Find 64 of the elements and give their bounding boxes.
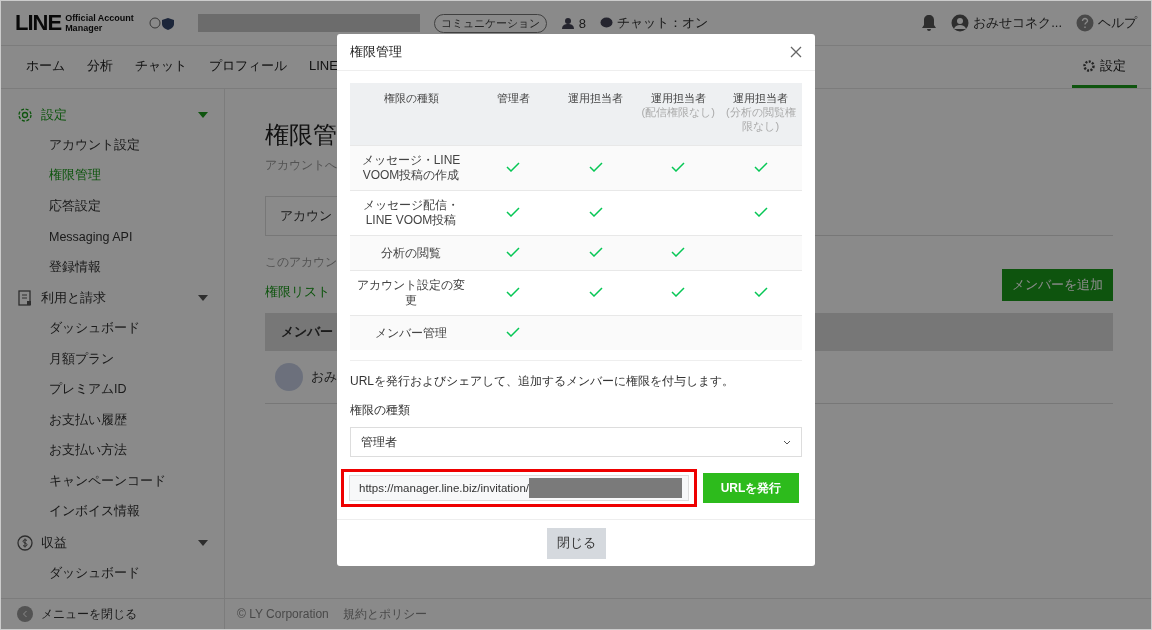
chat-bubble-icon — [600, 17, 614, 29]
copyright-text: © LY Corporation — [237, 607, 329, 621]
sidebar-section[interactable]: 収益 — [1, 527, 224, 558]
sidebar-section[interactable]: 設定 — [1, 99, 224, 130]
nav-tab[interactable]: チャット — [124, 46, 198, 88]
instruction-text: URLを発行およびシェアして、追加するメンバーに権限を付与します。 — [350, 360, 802, 390]
url-field[interactable]: https://manager.line.biz/invitation/ — [349, 475, 689, 501]
sidebar-section[interactable]: 利用と請求 — [1, 282, 224, 314]
page-title: 権限管 — [265, 120, 337, 150]
permission-list-link[interactable]: 権限リスト — [265, 283, 337, 301]
nav-tab[interactable]: ホーム — [15, 46, 76, 88]
sidebar-item[interactable]: お支払い方法 — [1, 435, 224, 466]
chevron-down-icon — [783, 439, 791, 445]
close-icon[interactable] — [790, 46, 802, 58]
permission-name: メッセージ配信・LINE VOOM投稿 — [350, 190, 472, 236]
sidebar-item[interactable]: Messaging API — [1, 221, 224, 252]
nav-tab[interactable]: 分析 — [76, 46, 124, 88]
user-icon — [951, 14, 970, 32]
permission-name: アカウント設定の変更 — [350, 270, 472, 316]
help-icon — [1076, 14, 1094, 32]
sidebar-item[interactable]: ダッシュボード — [1, 558, 224, 589]
sidebar-item[interactable]: 登録情報 — [1, 252, 224, 283]
caret-icon — [198, 295, 208, 301]
column-header: 運用担当者 (分析の閲覧権限なし) — [719, 83, 802, 146]
settings-tab[interactable]: 設定 — [1072, 46, 1137, 88]
member-name: おみ — [311, 368, 337, 386]
dialog-title: 権限管理 — [350, 43, 402, 61]
permission-name: メッセージ・LINE VOOM投稿の作成 — [350, 145, 472, 191]
close-menu-button[interactable]: メニューを閉じる — [1, 598, 224, 629]
sidebar-item[interactable]: プレミアムID — [1, 374, 224, 405]
sidebar-item[interactable]: 応答設定 — [1, 191, 224, 222]
policy-link[interactable]: 規約とポリシー — [342, 605, 427, 623]
close-button[interactable]: 閉じる — [546, 527, 606, 559]
sidebar-item[interactable]: ダッシュボード — [1, 313, 224, 344]
people-icon — [560, 17, 575, 29]
dollar-icon — [17, 534, 33, 551]
sidebar-item[interactable]: インボイス情報 — [1, 496, 224, 527]
chevron-left-icon — [17, 606, 33, 622]
sidebar-item[interactable]: アカウント設定 — [1, 130, 224, 161]
permission-name: メンバー管理 — [350, 315, 472, 350]
permission-name: 分析の閲覧 — [350, 235, 472, 271]
chat-status: チャット：オン — [600, 14, 709, 32]
gear-icon — [1083, 59, 1095, 72]
gear-icon — [17, 106, 33, 123]
add-member-button[interactable]: メンバーを追加 — [1002, 269, 1113, 301]
account-menu[interactable]: おみせコネク... — [951, 14, 1062, 32]
sidebar-item[interactable]: キャンペーンコード — [1, 466, 224, 497]
column-header: 権限の種類 — [350, 83, 472, 146]
sidebar-item[interactable]: 権限管理 — [1, 160, 224, 191]
friend-count: 8 — [560, 15, 587, 31]
bell-icon[interactable] — [921, 14, 938, 32]
document-icon — [17, 290, 33, 306]
column-header: 運用担当者 — [554, 83, 637, 146]
sidebar-item[interactable]: 月額プラン — [1, 344, 224, 375]
column-header: 運用担当者 (配信権限なし) — [637, 83, 720, 146]
sidebar-item[interactable]: お支払い履歴 — [1, 405, 224, 436]
nav-tab[interactable]: プロフィール — [198, 46, 298, 88]
avatar-icon — [275, 363, 303, 391]
help-link[interactable]: ヘルプ — [1076, 14, 1137, 32]
caret-icon — [198, 539, 208, 546]
column-header: 管理者 — [472, 83, 555, 146]
field-label: 権限の種類 — [350, 402, 411, 419]
role-select[interactable]: 管理者 — [350, 427, 802, 457]
caret-icon — [198, 111, 208, 118]
